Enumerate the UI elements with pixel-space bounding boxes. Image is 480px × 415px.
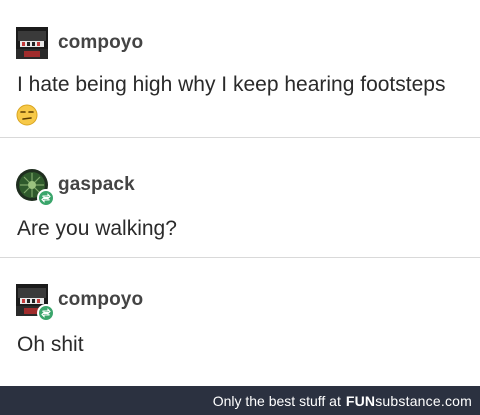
post-text: I hate being high why I keep hearing foo… [17, 73, 446, 96]
post-2: gaspack Are you walking? [0, 138, 480, 257]
footer-watermark: Only the best stuff at FUN substance.com [0, 386, 480, 415]
footer-brand-strong: FUN [345, 392, 376, 409]
username[interactable]: compoyo [58, 32, 143, 54]
post-3: compoyo Oh shit [0, 258, 480, 386]
post-text: Are you walking? [17, 217, 177, 240]
reblog-icon [37, 189, 55, 207]
avatar[interactable] [16, 169, 55, 207]
compoyo-avatar-image [16, 27, 48, 59]
username[interactable]: compoyo [58, 289, 143, 311]
avatar[interactable] [16, 284, 55, 322]
username[interactable]: gaspack [58, 174, 135, 196]
post-2-header: gaspack [16, 169, 135, 207]
footer-brand-rest: substance.com [375, 392, 472, 409]
footer-prefix: Only the best stuff at [212, 392, 341, 409]
post-1-header: compoyo [16, 27, 143, 59]
post-text: Oh shit [17, 333, 84, 356]
reblog-icon [37, 304, 55, 322]
post-1: compoyo I hate being high why I keep hea… [0, 0, 480, 137]
avatar[interactable] [16, 27, 48, 59]
post-3-header: compoyo [16, 284, 143, 322]
unamused-face-icon [16, 104, 38, 126]
